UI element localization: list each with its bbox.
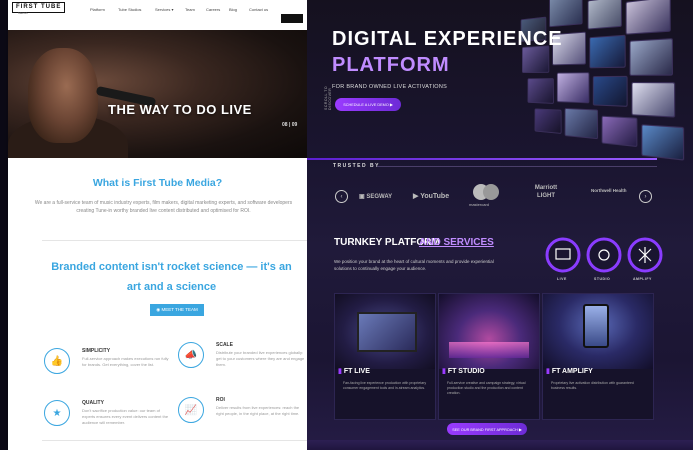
slide-counter[interactable]: 08 | 09 — [282, 122, 297, 128]
brand-logo-marriott: Marriott LIGHT — [534, 185, 558, 199]
nav-link-careers[interactable]: Careers — [206, 7, 220, 12]
carousel-prev-icon[interactable]: ‹ — [335, 190, 348, 203]
about-heading: What is First Tube Media? — [92, 177, 223, 189]
nav-link-tube-studios[interactable]: Tube Studios — [118, 7, 141, 12]
turnkey-text: We position your brand at the heart of c… — [334, 259, 494, 271]
platform-title-highlight: PLATFORM — [332, 54, 450, 76]
mastercard-label: mastercard — [469, 202, 490, 207]
bottom-glow — [307, 440, 693, 450]
section-divider — [42, 240, 307, 241]
studio-loop-circle — [586, 237, 622, 273]
feature-roi: 📈 ROI Deliver results from live experien… — [178, 395, 303, 431]
section-divider-bottom — [42, 440, 307, 441]
ft-live-image — [335, 294, 435, 369]
trusted-by-label: TRUSTED BY — [333, 163, 380, 169]
meet-team-button[interactable]: ◉ MEET THE TEAM — [150, 304, 204, 316]
ft-studio-image — [439, 294, 539, 369]
star-icon: ★ — [44, 400, 70, 426]
phone-shape — [583, 304, 609, 348]
loop-label-live: LIVE — [557, 277, 567, 281]
chart-icon: 📈 — [178, 397, 204, 423]
service-card-ft-studio[interactable]: ▮ FT STUDIO Full-service creative and ca… — [438, 293, 540, 420]
card-title-text: FT STUDIO — [447, 368, 485, 375]
laptop-shape — [357, 312, 417, 352]
nav-link-services[interactable]: Services ▾ — [155, 7, 173, 12]
card-title-text: FT AMPLIFY — [551, 368, 593, 375]
feature-scale: 📣 SCALE Distribute your branded live exp… — [178, 340, 305, 376]
card-desc: Full-service creative and campaign strat… — [447, 381, 526, 395]
brand-logo-segway: ▣ SEGWAY — [359, 194, 393, 200]
brand-logo-northwell: Northwell Health — [591, 188, 627, 193]
carousel-next-icon[interactable]: › — [639, 190, 652, 203]
card-title-text: FT LIVE — [343, 368, 370, 375]
trusted-divider — [377, 166, 657, 167]
ft-amplify-image — [543, 294, 653, 369]
about-section: What is First Tube Media? We are a full-… — [8, 158, 307, 240]
brand-logo-youtube: ▶ YouTube — [413, 193, 450, 200]
infinity-loop-diagram — [545, 237, 663, 273]
card-desc: Proprietary live activation distribution… — [551, 381, 634, 390]
platform-subtitle: FOR BRAND OWNED LIVE ACTIVATIONS — [332, 84, 448, 90]
loop-label-amplify: AMPLIFY — [633, 277, 652, 281]
logo-subtitle: MEDIA — [18, 11, 28, 15]
nav-link-platform[interactable]: Platform — [90, 7, 105, 12]
nav-link-team[interactable]: Team — [185, 7, 195, 12]
card-desc: Fan-facing live experience production wi… — [343, 381, 427, 390]
megaphone-icon: 📣 — [178, 342, 204, 368]
singer-image — [28, 48, 98, 143]
hero-banner: THE WAY TO DO LIVE 08 | 09 — [8, 30, 307, 158]
nav-link-contact[interactable]: Contact us — [249, 7, 268, 12]
card-title: ▮ FT AMPLIFY — [546, 368, 593, 375]
feature-desc: Don't sacrifice production value: our te… — [82, 408, 169, 425]
nav-cta-button[interactable] — [281, 14, 303, 23]
live-loop-circle — [545, 237, 581, 273]
feature-desc: Deliver results from live experiences: r… — [216, 405, 300, 416]
first-tube-homepage-panel: FIRST TUBE MEDIA Platform Tube Studios S… — [8, 0, 307, 450]
loop-label-studio: STUDIO — [594, 277, 611, 281]
platform-title: DIGITAL EXPERIENCE — [332, 28, 563, 50]
hero-title: THE WAY TO DO LIVE — [108, 102, 252, 117]
feature-simplicity: 👍 SIMPLICITY Full-service approach makes… — [44, 346, 169, 382]
scroll-indicator[interactable]: SCROLL TO DISCOVER — [324, 70, 332, 110]
brand-first-approach-button[interactable]: SEE OUR BRAND FIRST APPROACH ▶ — [447, 423, 527, 435]
service-card-ft-amplify[interactable]: ▮ FT AMPLIFY Proprietary live activation… — [542, 293, 654, 420]
feature-desc: Full-service approach makes executions r… — [82, 356, 169, 367]
about-text: We are a full-service team of music indu… — [34, 200, 293, 214]
schedule-demo-button[interactable]: SCHEDULE A LIVE DEMO ▶ — [335, 98, 401, 111]
digital-experience-platform-panel: DIGITAL EXPERIENCE PLATFORM FOR BRAND OW… — [307, 0, 693, 450]
nav-link-blog[interactable]: Blog — [229, 7, 237, 12]
service-card-ft-live[interactable]: ▮ FT LIVE Fan-facing live experience pro… — [334, 293, 436, 420]
card-title: ▮ FT STUDIO — [442, 368, 485, 375]
branded-content-section: Branded content isn't rocket science — i… — [8, 240, 307, 450]
card-title: ▮ FT LIVE — [338, 368, 370, 375]
feature-title: SIMPLICITY — [82, 348, 111, 354]
top-navigation: FIRST TUBE MEDIA Platform Tube Studios S… — [8, 0, 307, 31]
branded-heading: Branded content isn't rocket science — i… — [51, 261, 292, 293]
feature-quality: ★ QUALITY Don't sacrifice production val… — [44, 398, 169, 434]
feature-title: ROI — [216, 397, 225, 403]
turnkey-heading-highlight: AND SERVICES — [419, 237, 494, 248]
accent-line — [307, 158, 657, 160]
feature-desc: Distribute your branded live experiences… — [216, 350, 305, 367]
brand-logo-mastercard: mastercard — [469, 184, 505, 210]
feature-title: QUALITY — [82, 400, 104, 406]
stage-lights-shape — [449, 342, 529, 358]
feature-title: SCALE — [216, 342, 233, 348]
thumbs-up-icon: 👍 — [44, 348, 70, 374]
